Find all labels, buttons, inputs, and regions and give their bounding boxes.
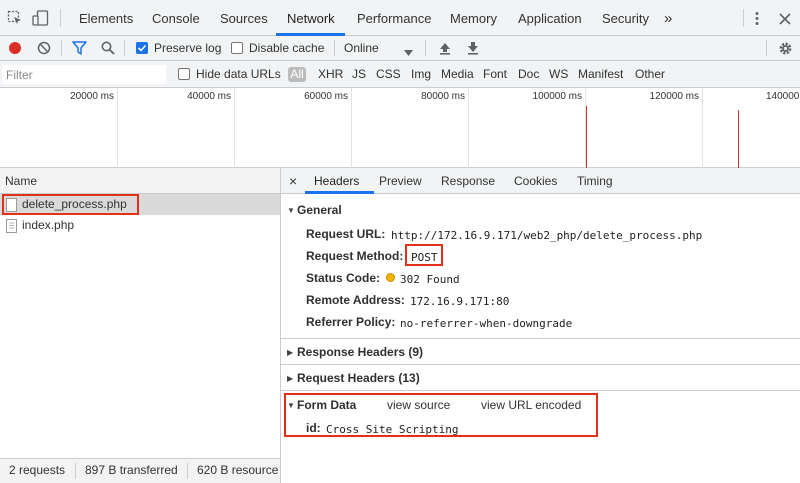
timeline-tick: 40000 ms [187,91,231,102]
request-marker [586,106,587,168]
referrer-policy-key: Referrer Policy: [306,315,396,329]
request-list: Name delete_process.php index.php [0,168,281,458]
filter-type-all[interactable]: All [288,67,306,82]
highlight-box [405,244,443,266]
referrer-policy-value: no-referrer-when-downgrade [400,317,573,330]
tab-preview[interactable]: Preview [379,168,422,194]
filter-type-css[interactable]: CSS [376,61,401,87]
filter-type-xhr[interactable]: XHR [318,61,343,87]
request-row[interactable]: index.php [0,215,280,236]
dropdown-arrow-icon[interactable] [404,45,413,56]
filter-type-doc[interactable]: Doc [518,61,539,87]
request-headers-section-title[interactable]: Request Headers (13) [297,371,420,385]
timeline-tick: 140000 [766,91,800,102]
timeline-tick: 120000 ms [649,91,699,102]
tab-response[interactable]: Response [441,168,495,194]
details-tab-bar: × Headers Preview Response Cookies Timin… [281,168,800,194]
collapse-triangle-icon[interactable]: ▶ [287,374,293,383]
preserve-log-label: Preserve log [154,41,222,55]
filter-type-ws[interactable]: WS [549,61,568,87]
filter-bar: Hide data URLs All XHR JS CSS Img Media … [0,61,800,88]
timeline-tick: 100000 ms [532,91,582,102]
status-warning-icon [386,273,395,282]
request-marker [738,110,739,168]
timeline-tick: 80000 ms [421,91,465,102]
resource-size: 620 B resource [197,463,279,477]
general-section-title[interactable]: General [297,203,342,217]
hide-data-urls-checkbox[interactable] [178,68,190,80]
request-count: 2 requests [9,463,66,477]
collapse-triangle-icon[interactable]: ▶ [287,348,293,357]
request-url-key: Request URL: [306,227,386,241]
filter-type-other[interactable]: Other [635,61,665,87]
settings-gear-icon[interactable] [778,41,793,56]
tab-timing[interactable]: Timing [577,168,613,194]
network-overview[interactable]: 20000 ms 40000 ms 60000 ms 80000 ms 1000… [0,88,800,168]
filter-type-manifest[interactable]: Manifest [578,61,623,87]
remote-address-value: 172.16.9.171:80 [410,295,510,308]
timeline-tick: 20000 ms [70,91,114,102]
name-column-header[interactable]: Name [0,168,280,194]
document-icon [6,219,17,233]
highlight-box [2,194,139,215]
timeline-tick: 60000 ms [304,91,348,102]
tab-memory[interactable]: Memory [450,0,497,36]
request-details: × Headers Preview Response Cookies Timin… [281,168,800,483]
hide-data-urls-label: Hide data URLs [196,67,281,81]
preserve-log-checkbox[interactable] [136,42,148,54]
response-headers-section-title[interactable]: Response Headers (9) [297,345,423,359]
tab-sources[interactable]: Sources [220,0,268,36]
close-devtools-icon[interactable] [779,13,791,25]
tab-elements[interactable]: Elements [79,0,133,36]
status-code-value: 302 Found [400,273,460,286]
disable-cache-label: Disable cache [249,41,325,55]
highlight-box [284,393,598,437]
inspect-element-icon[interactable] [7,10,23,26]
request-name: index.php [22,218,75,232]
transferred-size: 897 B transferred [85,463,178,477]
kebab-menu-icon[interactable] [754,11,760,26]
filter-icon[interactable] [72,41,87,55]
status-code-key: Status Code: [306,271,381,285]
export-har-icon[interactable] [467,41,479,55]
network-status-bar: 2 requests 897 B transferred 620 B resou… [0,458,281,483]
throttling-select[interactable]: Online [344,36,379,60]
more-tabs-button[interactable]: » [664,0,672,36]
request-url-value: http://172.16.9.171/web2_php/delete_proc… [391,229,703,242]
tab-console[interactable]: Console [152,0,200,36]
tab-security[interactable]: Security [602,0,649,36]
search-icon[interactable] [101,41,115,55]
filter-type-font[interactable]: Font [483,61,507,87]
filter-type-media[interactable]: Media [441,61,474,87]
import-har-icon[interactable] [439,41,451,55]
request-method-key: Request Method: [306,249,404,263]
tab-application[interactable]: Application [518,0,582,36]
device-toolbar-icon[interactable] [32,10,50,26]
close-details-button[interactable]: × [289,168,297,194]
filter-type-js[interactable]: JS [352,61,366,87]
filter-type-img[interactable]: Img [411,61,431,87]
tab-performance[interactable]: Performance [357,0,431,36]
devtools-tab-bar: Elements Console Sources Network Perform… [0,0,800,36]
remote-address-key: Remote Address: [306,293,405,307]
tab-network[interactable]: Network [287,0,335,36]
network-toolbar: Preserve log Disable cache Online [0,36,800,61]
disable-cache-checkbox[interactable] [231,42,243,54]
clear-icon[interactable] [37,41,51,55]
tab-cookies[interactable]: Cookies [514,168,557,194]
expand-triangle-icon[interactable]: ▼ [287,206,295,215]
filter-input[interactable] [2,65,166,84]
record-icon[interactable] [9,42,21,54]
active-details-tab-indicator [305,191,374,194]
